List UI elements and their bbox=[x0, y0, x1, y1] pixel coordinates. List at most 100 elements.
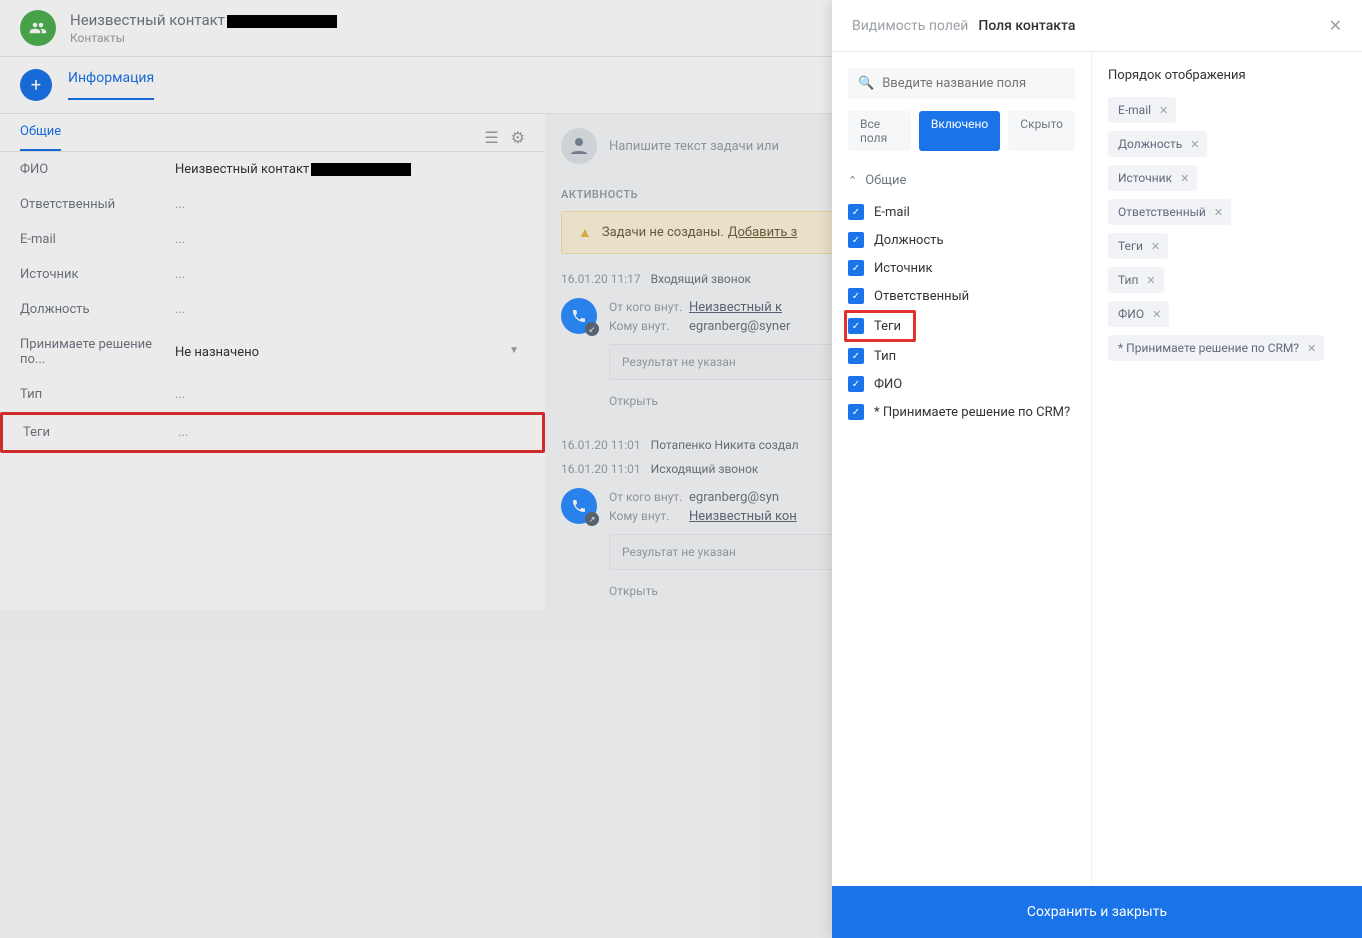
call-to[interactable]: Неизвестный кон bbox=[689, 509, 797, 524]
phone-icon: ↙ bbox=[561, 298, 597, 334]
field-label: Теги bbox=[23, 425, 178, 440]
contact-title: Неизвестный контакт bbox=[70, 11, 337, 29]
filter-tab-on[interactable]: Включено bbox=[919, 111, 1000, 151]
field-label: Тип bbox=[20, 387, 175, 402]
checkbox-icon: ✓ bbox=[848, 348, 864, 364]
header-text: Неизвестный контакт Контакты bbox=[70, 11, 337, 45]
search-input[interactable] bbox=[882, 76, 1065, 91]
call-from: egranberg@syn bbox=[689, 490, 779, 505]
drawer-header: Видимость полей Поля контакта ✕ bbox=[832, 0, 1362, 52]
save-button[interactable]: Сохранить и закрыть bbox=[832, 886, 1362, 938]
check-tags[interactable]: ✓Теги bbox=[848, 316, 910, 336]
close-icon[interactable]: ✕ bbox=[1152, 308, 1161, 321]
chip-crm[interactable]: * Принимаете решение по CRM?✕ bbox=[1108, 335, 1324, 361]
chip-email[interactable]: E-mail✕ bbox=[1108, 97, 1176, 123]
close-icon[interactable]: ✕ bbox=[1214, 206, 1223, 219]
field-value[interactable]: ... bbox=[175, 267, 525, 282]
phone-icon: ↗ bbox=[561, 488, 597, 524]
warning-text: Задачи не созданы. bbox=[602, 225, 724, 240]
order-title: Порядок отображения bbox=[1108, 68, 1346, 83]
chip-type[interactable]: Тип✕ bbox=[1108, 267, 1164, 293]
call-from[interactable]: Неизвестный к bbox=[689, 300, 782, 315]
arrow-in-badge-icon: ↙ bbox=[585, 322, 599, 336]
contact-subtitle: Контакты bbox=[70, 31, 337, 45]
list-icon[interactable]: ☰ bbox=[484, 128, 498, 147]
close-icon[interactable]: ✕ bbox=[1151, 240, 1160, 253]
chip-fio[interactable]: ФИО✕ bbox=[1108, 301, 1169, 327]
field-tags-highlighted: Теги ... bbox=[0, 412, 545, 453]
field-value[interactable]: ... bbox=[178, 425, 522, 440]
section-tabs: Общие ☰ ⚙ bbox=[0, 114, 545, 152]
arrow-out-badge-icon: ↗ bbox=[585, 512, 599, 526]
filter-tab-hidden[interactable]: Скрыто bbox=[1008, 111, 1075, 151]
field-value[interactable]: ... bbox=[175, 197, 525, 212]
contact-icon bbox=[20, 10, 56, 46]
field-label: E-mail bbox=[20, 232, 175, 247]
add-button[interactable]: + bbox=[20, 69, 52, 101]
close-icon[interactable]: ✕ bbox=[1307, 342, 1316, 355]
field-value[interactable]: Неизвестный контакт bbox=[175, 162, 525, 177]
field-fio: ФИО Неизвестный контакт bbox=[0, 152, 545, 187]
search-box[interactable]: 🔍 bbox=[848, 68, 1075, 99]
checkbox-icon: ✓ bbox=[848, 404, 864, 420]
close-icon[interactable]: ✕ bbox=[1180, 172, 1189, 185]
gear-icon[interactable]: ⚙ bbox=[511, 128, 525, 147]
close-icon[interactable]: ✕ bbox=[1329, 16, 1342, 35]
field-source: Источник ... bbox=[0, 257, 545, 292]
checkbox-icon: ✓ bbox=[848, 376, 864, 392]
chevron-up-icon: ⌃ bbox=[848, 174, 857, 187]
checkbox-icon: ✓ bbox=[848, 260, 864, 276]
field-position: Должность ... bbox=[0, 292, 545, 327]
chip-source[interactable]: Источник✕ bbox=[1108, 165, 1197, 191]
field-decision: Принимаете решение по... Не назначено▼ bbox=[0, 327, 545, 377]
field-value[interactable]: ... bbox=[175, 387, 525, 402]
drawer-right-column: Порядок отображения E-mail✕ Должность✕ И… bbox=[1092, 52, 1362, 886]
left-panel: Общие ☰ ⚙ ФИО Неизвестный контакт Ответс… bbox=[0, 114, 545, 610]
field-label: Должность bbox=[20, 302, 175, 317]
checkbox-icon: ✓ bbox=[848, 232, 864, 248]
close-icon[interactable]: ✕ bbox=[1146, 274, 1155, 287]
chips-list: E-mail✕ Должность✕ Источник✕ Ответственн… bbox=[1108, 97, 1346, 361]
task-input[interactable]: Напишите текст задачи или bbox=[609, 139, 779, 154]
filter-tabs: Все поля Включено Скрыто bbox=[848, 111, 1075, 151]
check-source[interactable]: ✓Источник bbox=[848, 254, 1075, 282]
search-icon: 🔍 bbox=[858, 76, 874, 91]
close-icon[interactable]: ✕ bbox=[1159, 104, 1168, 117]
warning-link[interactable]: Добавить з bbox=[728, 225, 798, 240]
checkbox-icon: ✓ bbox=[848, 204, 864, 220]
chip-position[interactable]: Должность✕ bbox=[1108, 131, 1207, 157]
drawer-fields: Видимость полей Поля контакта ✕ 🔍 Все по… bbox=[832, 0, 1362, 938]
call-to: egranberg@syner bbox=[689, 319, 790, 334]
drawer-left-column: 🔍 Все поля Включено Скрыто ⌃ Общие ✓E-ma… bbox=[832, 52, 1092, 886]
check-tags-highlighted: ✓Теги bbox=[844, 310, 916, 342]
field-value[interactable]: Не назначено▼ bbox=[175, 345, 525, 360]
tab-general[interactable]: Общие bbox=[20, 124, 61, 151]
check-crm[interactable]: ✓* Принимаете решение по CRM? bbox=[848, 398, 1075, 426]
check-fio[interactable]: ✓ФИО bbox=[848, 370, 1075, 398]
check-responsible[interactable]: ✓Ответственный bbox=[848, 282, 1075, 310]
field-label: Принимаете решение по... bbox=[20, 337, 175, 367]
group-header-general[interactable]: ⌃ Общие bbox=[848, 167, 1075, 198]
breadcrumb-current: Поля контакта bbox=[978, 18, 1075, 34]
field-value[interactable]: ... bbox=[175, 302, 525, 317]
checkbox-icon: ✓ bbox=[848, 288, 864, 304]
field-label: ФИО bbox=[20, 162, 175, 177]
check-type[interactable]: ✓Тип bbox=[848, 342, 1075, 370]
check-email[interactable]: ✓E-mail bbox=[848, 198, 1075, 226]
chip-responsible[interactable]: Ответственный✕ bbox=[1108, 199, 1231, 225]
chip-tags[interactable]: Теги✕ bbox=[1108, 233, 1168, 259]
field-email: E-mail ... bbox=[0, 222, 545, 257]
field-type: Тип ... bbox=[0, 377, 545, 412]
checkbox-icon: ✓ bbox=[848, 318, 864, 334]
close-icon[interactable]: ✕ bbox=[1190, 138, 1199, 151]
breadcrumb[interactable]: Видимость полей bbox=[852, 18, 968, 34]
field-responsible: Ответственный ... bbox=[0, 187, 545, 222]
filter-tab-all[interactable]: Все поля bbox=[848, 111, 911, 151]
avatar bbox=[561, 128, 597, 164]
field-value[interactable]: ... bbox=[175, 232, 525, 247]
check-position[interactable]: ✓Должность bbox=[848, 226, 1075, 254]
warning-icon: ▲ bbox=[578, 224, 592, 241]
field-label: Источник bbox=[20, 267, 175, 282]
drawer-body: 🔍 Все поля Включено Скрыто ⌃ Общие ✓E-ma… bbox=[832, 52, 1362, 886]
tab-information[interactable]: Информация bbox=[68, 70, 154, 100]
